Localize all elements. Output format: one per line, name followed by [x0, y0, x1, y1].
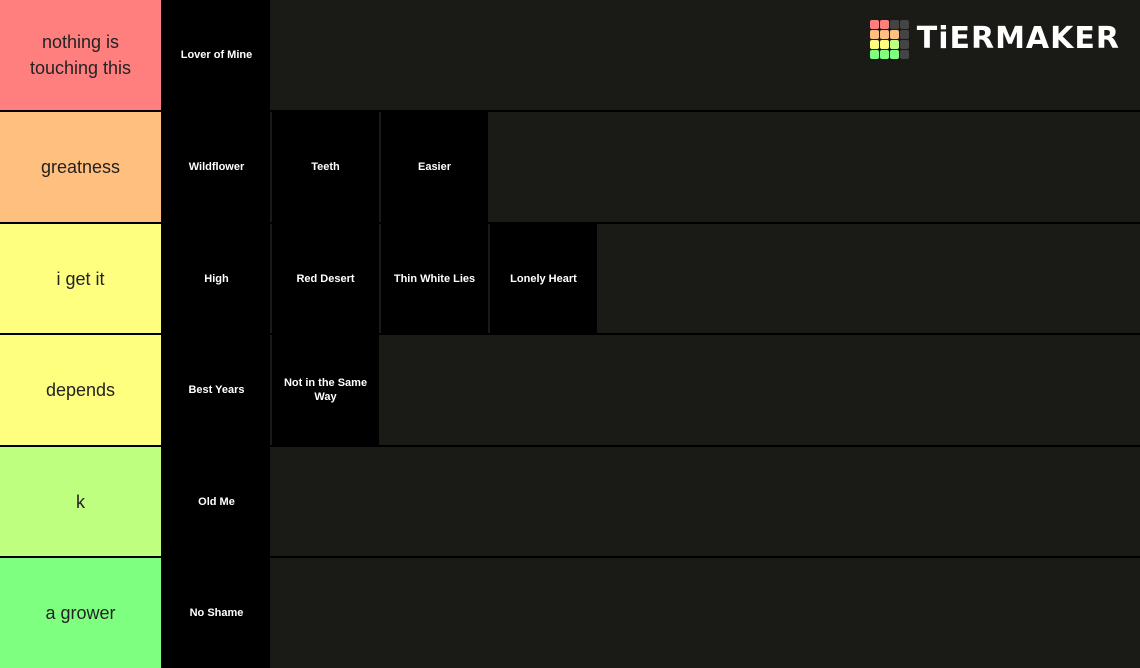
logo-text: TiERMAKER	[916, 21, 1120, 56]
tier-label[interactable]: nothing is touching this	[0, 0, 161, 110]
tier-item-label: Lover of Mine	[180, 49, 253, 61]
logo-cell	[889, 29, 899, 39]
tiermaker-grid-icon	[869, 19, 909, 59]
tier-row: a grower No Shame	[0, 558, 1140, 668]
tier-item[interactable]: Easier	[381, 112, 488, 222]
logo-cell	[879, 39, 889, 49]
logo-cell	[899, 39, 909, 49]
tier-item-label: Thin White Lies	[393, 272, 476, 285]
logo-cell	[869, 19, 879, 29]
tier-item[interactable]: Teeth	[272, 112, 379, 222]
tier-item[interactable]: Old Me	[163, 447, 270, 556]
tier-item-label: Red Desert	[296, 272, 355, 285]
logo-cell	[899, 19, 909, 29]
tier-label-text: greatness	[40, 157, 121, 177]
logo-cell	[879, 49, 889, 59]
tier-row: k Old Me	[0, 447, 1140, 556]
tier-item[interactable]: High	[163, 224, 270, 333]
logo-cell	[889, 19, 899, 29]
tier-label[interactable]: depends	[0, 335, 161, 445]
tier-item[interactable]: Red Desert	[272, 224, 379, 333]
tier-item[interactable]: Best Years	[163, 335, 270, 445]
tier-item[interactable]: Lover of Mine	[163, 0, 270, 110]
logo-cell	[869, 29, 879, 39]
logo-cell	[879, 19, 889, 29]
tier-items-dropzone[interactable]: No Shame	[163, 558, 1140, 668]
tier-item[interactable]: Not in the Same Way	[272, 335, 379, 445]
logo-cell	[889, 49, 899, 59]
tier-items-dropzone[interactable]: Wildflower Teeth Easier	[163, 112, 1140, 222]
tier-item[interactable]: No Shame	[163, 558, 270, 668]
logo-cell	[869, 49, 879, 59]
tier-row: greatness Wildflower Teeth Easier	[0, 112, 1140, 222]
tier-label[interactable]: k	[0, 447, 161, 556]
logo-cell	[879, 29, 889, 39]
tier-list-board: TiERMAKER nothing is touching this Lover…	[0, 0, 1140, 668]
tier-items-dropzone[interactable]: Best Years Not in the Same Way	[163, 335, 1140, 445]
tier-label-text: i get it	[56, 268, 105, 289]
tiermaker-logo: TiERMAKER	[869, 19, 1120, 59]
logo-cell	[869, 39, 879, 49]
tier-item-label: Lonely Heart	[510, 272, 577, 285]
tier-label[interactable]: i get it	[0, 224, 161, 333]
tier-row: depends Best Years Not in the Same Way	[0, 335, 1140, 445]
tier-item[interactable]: Lonely Heart	[490, 224, 597, 333]
tier-label[interactable]: a grower	[0, 558, 161, 668]
tier-label-text: nothing is touching this	[29, 32, 132, 78]
tier-item-label: Easier	[417, 161, 452, 173]
tier-item-label: Not in the Same Way	[283, 377, 368, 403]
tier-label-text: depends	[45, 380, 116, 400]
tier-item-label: Wildflower	[188, 161, 245, 173]
tier-item-label: Old Me	[198, 495, 235, 508]
logo-cell	[899, 29, 909, 39]
tier-label-text: k	[76, 491, 85, 512]
tier-item-label: No Shame	[189, 607, 244, 619]
tier-label[interactable]: greatness	[0, 112, 161, 222]
tier-item[interactable]: Thin White Lies	[381, 224, 488, 333]
tier-items-dropzone[interactable]: Old Me	[163, 447, 1140, 556]
tier-row: i get it High Red Desert Thin White Lies…	[0, 224, 1140, 333]
tier-items-dropzone[interactable]: High Red Desert Thin White Lies Lonely H…	[163, 224, 1140, 333]
tier-item-label: Best Years	[188, 384, 245, 396]
tier-item[interactable]: Wildflower	[163, 112, 270, 222]
tier-item-label: Teeth	[311, 161, 340, 173]
tier-label-text: a grower	[45, 603, 116, 623]
logo-cell	[899, 49, 909, 59]
logo-cell	[889, 39, 899, 49]
tier-item-label: High	[204, 272, 229, 285]
